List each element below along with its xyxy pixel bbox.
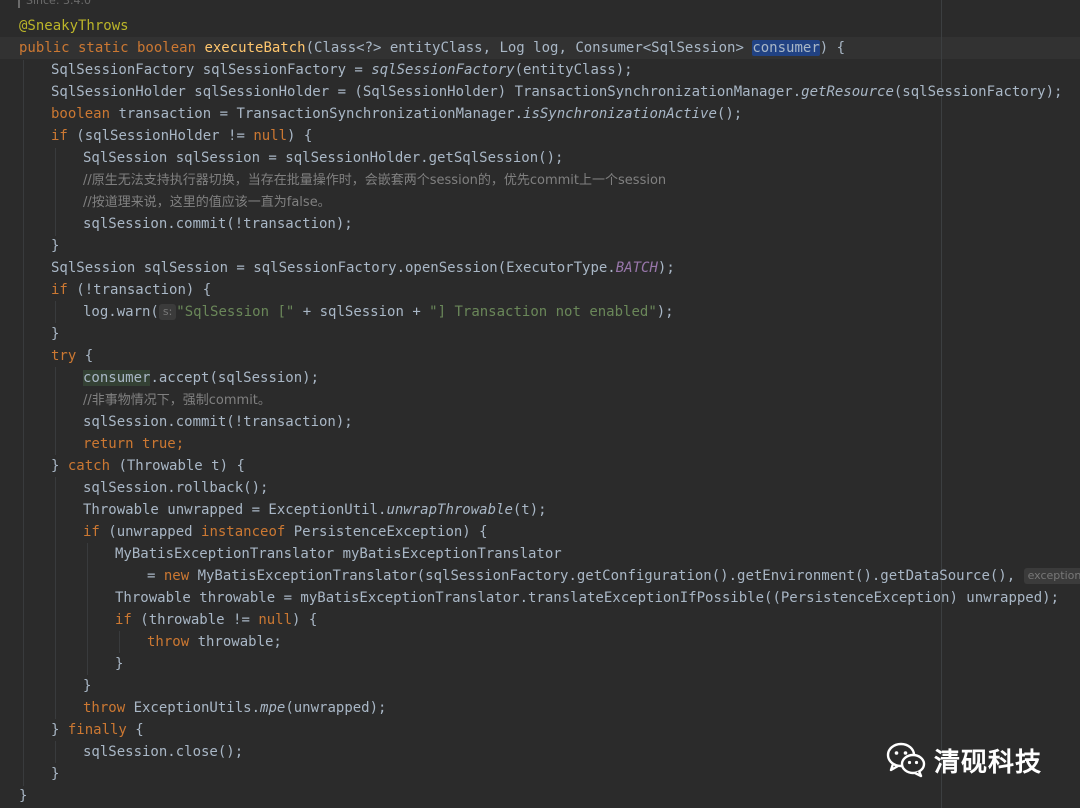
code-line-32[interactable]: throw ExceptionUtils.mpe(unwrapped); xyxy=(83,697,386,719)
code-line-18[interactable]: //非事物情况下，强制commit。 xyxy=(83,389,271,411)
code-line-12[interactable]: SqlSession sqlSession = sqlSessionFactor… xyxy=(51,257,675,279)
annotation: @SneakyThrows xyxy=(19,18,129,34)
indent-guide xyxy=(87,543,88,675)
code-line-15[interactable]: } xyxy=(51,323,59,345)
selected-identifier[interactable]: consumer xyxy=(752,40,820,56)
code-line-11[interactable]: } xyxy=(51,235,59,257)
method-name: executeBatch xyxy=(204,40,306,56)
code-line-20[interactable]: return true; xyxy=(83,433,184,455)
code-line-34[interactable]: sqlSession.close(); xyxy=(83,741,243,763)
watermark-text: 清砚科技 xyxy=(934,747,1043,778)
code-comment: //非事物情况下，强制commit。 xyxy=(83,393,271,408)
parameter-hint: s: xyxy=(158,304,177,320)
indent-guide xyxy=(119,631,120,653)
code-line-36[interactable]: } xyxy=(19,785,27,807)
code-line-22[interactable]: sqlSession.rollback(); xyxy=(83,477,268,499)
code-line-23[interactable]: Throwable unwrapped = ExceptionUtil.unwr… xyxy=(83,499,547,521)
code-line-33[interactable]: } finally { xyxy=(51,719,144,741)
code-line-10[interactable]: sqlSession.commit(!transaction); xyxy=(83,213,353,235)
code-line-9[interactable]: //按道理来说，这里的值应该一直为false。 xyxy=(83,191,331,213)
code-comment: //按道理来说，这里的值应该一直为false。 xyxy=(83,195,331,210)
code-line-16[interactable]: try { xyxy=(51,345,93,367)
code-line-5[interactable]: boolean transaction = TransactionSynchro… xyxy=(51,103,742,125)
code-line-35[interactable]: } xyxy=(51,763,59,785)
indent-guide xyxy=(55,148,56,236)
indent-guide xyxy=(55,477,56,719)
code-line-19[interactable]: sqlSession.commit(!transaction); xyxy=(83,411,353,433)
code-comment: //原生无法支持执行器切换，当存在批量操作时，会嵌套两个session的，优先c… xyxy=(83,173,667,188)
code-editor[interactable]: Since: 3.4.0 @SneakyThrows public static… xyxy=(0,0,1080,808)
watermark: 清砚科技 xyxy=(886,738,1042,782)
code-line-4[interactable]: SqlSessionHolder sqlSessionHolder = (Sql… xyxy=(51,81,1062,103)
indent-guide xyxy=(55,301,56,323)
since-doc-hint: Since: 3.4.0 xyxy=(18,0,91,8)
code-line-2[interactable]: public static boolean executeBatch(Class… xyxy=(19,37,845,59)
code-line-29[interactable]: throw throwable; xyxy=(147,631,282,653)
code-line-7[interactable]: SqlSession sqlSession = sqlSessionHolder… xyxy=(83,147,563,169)
code-line-13[interactable]: if (!transaction) { xyxy=(51,279,211,301)
code-line-21[interactable]: } catch (Throwable t) { xyxy=(51,455,245,477)
code-line-31[interactable]: } xyxy=(83,675,91,697)
code-line-3[interactable]: SqlSessionFactory sqlSessionFactory = sq… xyxy=(51,59,633,81)
code-line-25[interactable]: MyBatisExceptionTranslator myBatisExcept… xyxy=(115,543,562,565)
enum-constant: BATCH xyxy=(615,260,658,276)
parameter-hint: exceptionTranslator: xyxy=(1023,568,1080,584)
indent-guide xyxy=(23,60,24,786)
indent-guide xyxy=(55,741,56,763)
wechat-icon xyxy=(886,742,926,778)
code-line-27[interactable]: Throwable throwable = myBatisExceptionTr… xyxy=(115,587,1059,609)
indent-guide xyxy=(55,367,56,455)
identifier-usage-highlight[interactable]: consumer xyxy=(83,370,151,386)
code-line-28[interactable]: if (throwable != null) { xyxy=(115,609,317,631)
code-line-6[interactable]: if (sqlSessionHolder != null) { xyxy=(51,125,312,147)
code-line-24[interactable]: if (unwrapped instanceof PersistenceExce… xyxy=(83,521,488,543)
right-margin-guide xyxy=(941,0,942,808)
code-line-8[interactable]: //原生无法支持执行器切换，当存在批量操作时，会嵌套两个session的，优先c… xyxy=(83,169,666,191)
code-line-1[interactable]: @SneakyThrows xyxy=(19,15,129,37)
code-line-17[interactable]: consumer.accept(sqlSession); xyxy=(83,367,319,389)
code-line-14[interactable]: log.warn(s: "SqlSession [" + sqlSession +… xyxy=(83,301,674,323)
code-line-30[interactable]: } xyxy=(115,653,123,675)
code-line-26[interactable]: = new MyBatisExceptionTranslator(sqlSess… xyxy=(147,565,1080,587)
